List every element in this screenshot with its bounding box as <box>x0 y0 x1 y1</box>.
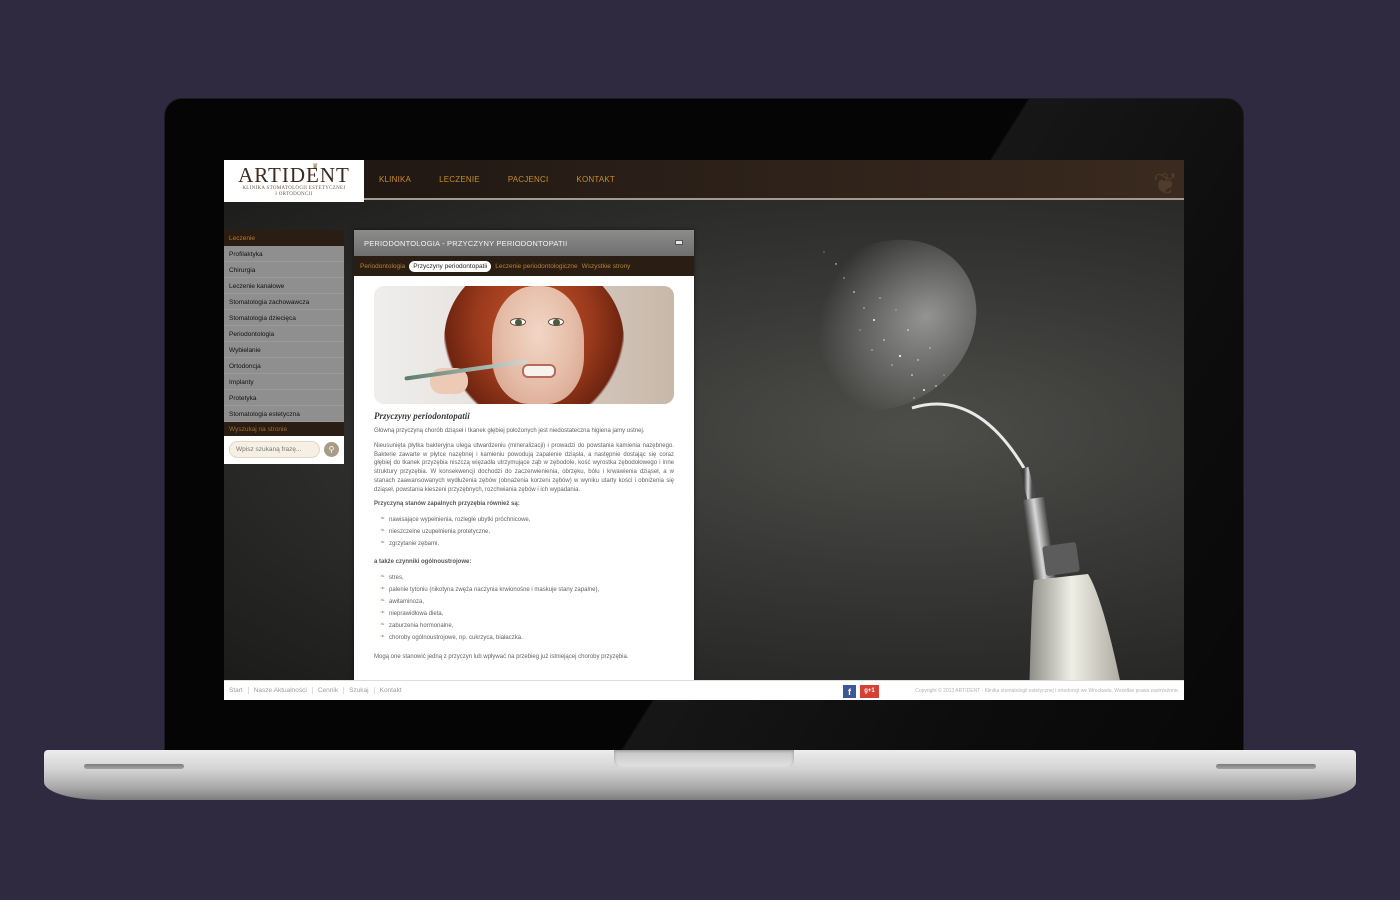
list-item: ❧ nawisające wypełnienia, rozległe ubytki… <box>380 515 531 523</box>
sidebar: Leczenie Profilaktyka Chirurgia Leczenie… <box>224 230 344 464</box>
copyright-text: Copyright © 2013 ARTIDENT - Klinika stom… <box>915 688 1179 694</box>
leaf-bullet-icon: ❧ <box>380 515 386 522</box>
systemic-factors-list: ❧ stres, ❧ palenie tytoniu (nikotyna zwęża… <box>380 573 674 645</box>
water-droplets <box>823 251 945 399</box>
sidebar-item-implanty[interactable]: Implanty <box>224 374 344 390</box>
right-speaker-vent <box>1216 764 1316 769</box>
search-button[interactable]: ⚲ <box>324 442 339 457</box>
leaf-bullet-icon: ❧ <box>380 527 386 534</box>
leaf-bullet-icon: ❧ <box>380 633 386 640</box>
footer-link-aktualnosci[interactable]: Nasze Aktualności <box>249 687 313 694</box>
google-plus-icon[interactable]: g+1 <box>860 685 879 698</box>
panel-header: PERIODONTOLOGIA - PRZYCZYNY PERIODONTOPA… <box>354 230 694 256</box>
leaf-bullet-icon: ❧ <box>380 621 386 628</box>
footer-link-start[interactable]: Start <box>229 687 249 694</box>
footer-links: Start Nasze Aktualności Cennik Szukaj Ko… <box>229 687 407 694</box>
tab-periodontologia[interactable]: Periodontologia <box>360 263 405 270</box>
sidebar-heading: Leczenie <box>224 230 344 246</box>
sidebar-item-chirurgia[interactable]: Chirurgia <box>224 262 344 278</box>
sidebar-item-stomatologia-dziecieca[interactable]: Stomatologia dziecięca <box>224 310 344 326</box>
list-item: ❧ zgrzytanie zębami, <box>380 539 440 547</box>
panel-title: PERIODONTOLOGIA - PRZYCZYNY PERIODONTOPA… <box>364 239 568 248</box>
sidebar-item-wybielanie[interactable]: Wybielanie <box>224 342 344 358</box>
leaf-bullet-icon: ❧ <box>380 573 386 580</box>
sidebar-item-ortodoncja[interactable]: Ortodoncja <box>224 358 344 374</box>
causes-heading: Przyczyną stanów zapalnych przyzębia rów… <box>374 500 520 507</box>
systemic-factors-heading: a także czynniki ogólnoustrojowe: <box>374 558 472 565</box>
sidebar-item-stomatologia-estetyczna[interactable]: Stomatologia estetyczna <box>224 406 344 422</box>
causes-list: ❧ nawisające wypełnienia, rozległe ubytki… <box>380 515 674 551</box>
search-input[interactable] <box>229 441 320 458</box>
list-item: ❧ zaburzenia hormonalne, <box>380 621 454 629</box>
nav-kontakt[interactable]: KONTAKT <box>576 175 615 184</box>
left-speaker-vent <box>84 764 184 769</box>
leaf-bullet-icon: ❧ <box>380 609 386 616</box>
article-body: Przyczyny periodontopatii Główną przyczy… <box>354 276 694 661</box>
sidebar-item-profilaktyka[interactable]: Profilaktyka <box>224 246 344 262</box>
sidebar-menu: Profilaktyka Chirurgia Leczenie kanałowe… <box>224 246 344 422</box>
leaf-bullet-icon: ❧ <box>380 585 386 592</box>
list-item: ❧ choroby ogólnoustrojowe, np. cukrzyca, … <box>380 633 523 641</box>
footer-link-cennik[interactable]: Cennik <box>313 687 345 694</box>
list-item: ❧ stres, <box>380 573 404 581</box>
tab-leczenie-periodontologiczne[interactable]: Leczenie periodontologiczne <box>495 263 577 270</box>
list-item: ❧ nieprawidłowa dieta, <box>380 609 444 617</box>
sidebar-item-stomatologia-zachowawcza[interactable]: Stomatologia zachowawcza <box>224 294 344 310</box>
website-screen: ♛ ARTIDENT KLINIKA STOMATOLOGII ESTETYCZ… <box>224 160 1184 700</box>
footer-link-szukaj[interactable]: Szukaj <box>344 687 375 694</box>
list-item: ❧ awitaminoza, <box>380 597 425 605</box>
logo-wordmark: ARTIDENT <box>238 163 350 187</box>
woman-brushing-teeth-image <box>374 286 674 404</box>
top-navigation-bar: ♛ ARTIDENT KLINIKA STOMATOLOGII ESTETYCZ… <box>224 160 1184 202</box>
footer-link-kontakt[interactable]: Kontakt <box>375 687 407 694</box>
sidebar-item-protetyka[interactable]: Protetyka <box>224 390 344 406</box>
sidebar-item-periodontologia[interactable]: Periodontologia <box>224 326 344 342</box>
panel-tabs: Periodontologia Przyczyny periodontopati… <box>354 256 694 276</box>
leaf-bullet-icon: ❧ <box>380 539 386 546</box>
search-heading: Wyszukaj na stronie <box>224 422 344 436</box>
base-opening-notch <box>614 750 794 768</box>
logo-tagline-line2: I ORTODONCJI <box>275 192 313 197</box>
article-paragraph-1: Główną przyczyną chorób dziąseł i tkanek… <box>374 428 645 434</box>
list-item: ❧ palenie tytoniu (nikotyna zwęża naczyni… <box>380 585 600 593</box>
article-paragraph-3: Mogą one stanowić jedną z przyczyn lub w… <box>374 653 629 660</box>
lotus-ornament-icon: ❦ <box>1152 168 1178 201</box>
tab-przyczyny-periodontopatii[interactable]: Przyczyny periodontopatii <box>409 260 492 272</box>
tab-wszystkie-strony[interactable]: Wszystkie strony <box>582 263 631 270</box>
minimize-icon[interactable] <box>675 240 683 245</box>
nav-klinika[interactable]: KLINIKA <box>379 175 411 184</box>
nav-pacjenci[interactable]: PACJENCI <box>508 175 549 184</box>
laptop-base <box>44 750 1356 800</box>
article-paragraph-2: Nieusunięta płytka bakteryjna ulega utwa… <box>374 442 674 493</box>
list-item: ❧ nieszczelne uzupełnienia protetyczne, <box>380 527 491 535</box>
main-menu: KLINIKA LECZENIE PACJENCI KONTAKT <box>379 175 643 184</box>
crown-icon: ♛ <box>312 163 319 170</box>
leaf-bullet-icon: ❧ <box>380 597 386 604</box>
search-box: ⚲ <box>224 436 344 464</box>
magnifier-icon: ⚲ <box>328 445 335 454</box>
artident-logo[interactable]: ♛ ARTIDENT KLINIKA STOMATOLOGII ESTETYCZ… <box>224 160 364 202</box>
content-panel: PERIODONTOLOGIA - PRZYCZYNY PERIODONTOPA… <box>354 230 694 682</box>
sidebar-item-leczenie-kanalowe[interactable]: Leczenie kanałowe <box>224 278 344 294</box>
article-title: Przyczyny periodontopatii <box>374 411 470 421</box>
footer: Start Nasze Aktualności Cennik Szukaj Ko… <box>224 680 1184 700</box>
facebook-icon[interactable]: f <box>843 685 856 698</box>
nav-leczenie[interactable]: LECZENIE <box>439 175 480 184</box>
